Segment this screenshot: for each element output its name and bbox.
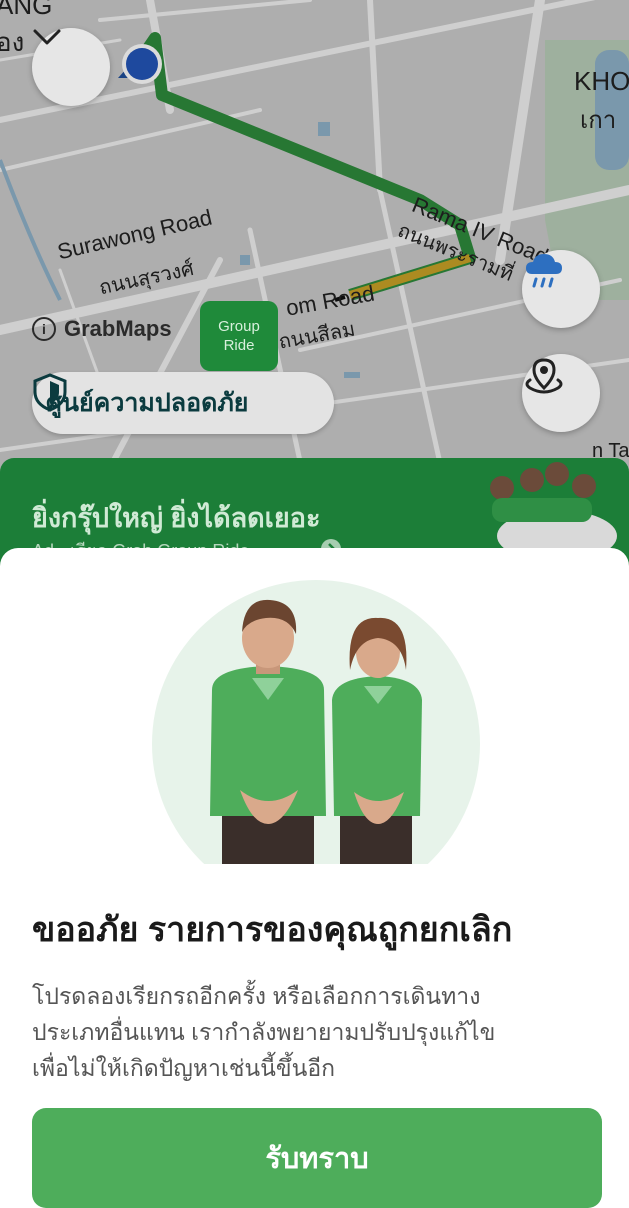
recenter-location-icon [525,358,563,394]
safety-center-button[interactable]: ศูนย์ความปลอดภัย [32,372,334,434]
promo-title: ยิ่งกรุ๊ปใหญ่ ยิ่งได้ลดเยอะ [32,503,321,533]
recenter-button[interactable] [522,354,600,432]
dialog-title: ขออภัย รายการของคุณถูกยกเลิก [32,911,513,949]
dialog-body: โปรดลองเรียกรถอีกครั้ง หรือเลือกการเดินท… [32,983,496,1081]
weather-button[interactable] [522,250,600,328]
group-ride-line1: Group [218,318,260,335]
map-attribution[interactable]: i GrabMaps [32,316,172,342]
promo-illustration [490,462,617,558]
group-ride-marker[interactable]: Group Ride [200,301,278,371]
shield-icon [33,373,67,412]
info-icon: i [32,317,56,341]
collapse-button[interactable] [32,28,110,106]
attribution-label: GrabMaps [64,316,172,341]
safety-center-label: ศูนย์ความปลอดภัย [46,389,249,417]
weather-rain-icon [526,254,562,288]
group-ride-line2: Ride [223,337,255,354]
cancellation-sheet: ขออภัย รายการของคุณถูกยกเลิก โปรดลองเรีย… [0,548,629,1208]
acknowledge-button[interactable]: รับทราบ [32,1108,602,1208]
chevron-down-icon [33,29,61,45]
apology-illustration [152,580,480,864]
